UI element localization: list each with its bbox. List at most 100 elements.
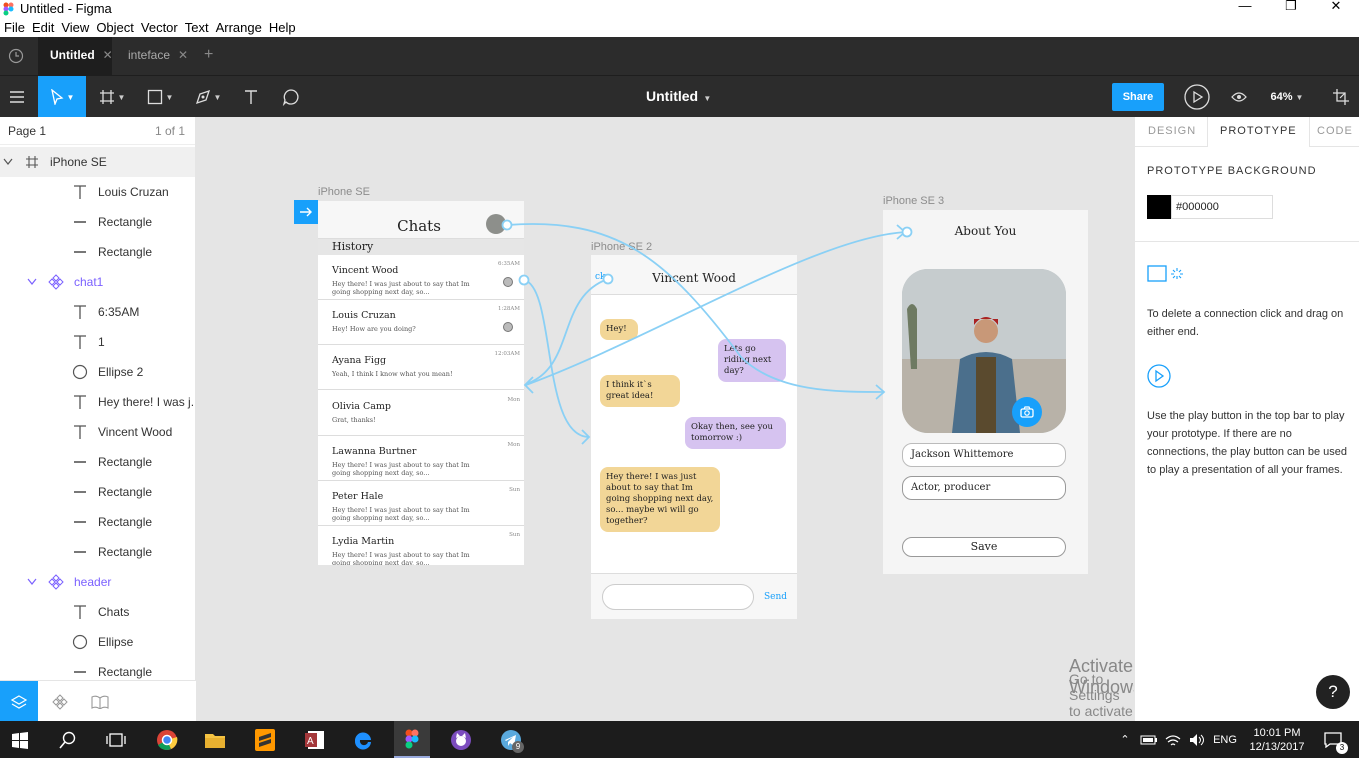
connection-line bbox=[506, 223, 885, 393]
menu-bar: File Edit View Object Vector Text Arrang… bbox=[0, 17, 1359, 37]
layer-row[interactable]: Rectangle bbox=[0, 507, 195, 537]
tab-prototype[interactable]: PROTOTYPE bbox=[1207, 117, 1310, 147]
layer-row[interactable]: iPhone SE bbox=[0, 147, 195, 177]
text-tool[interactable] bbox=[236, 76, 266, 118]
chevron-down-icon[interactable] bbox=[24, 274, 40, 290]
rectangle-icon bbox=[72, 244, 88, 260]
layer-row[interactable]: Vincent Wood bbox=[0, 417, 195, 447]
figma-logo-icon bbox=[3, 2, 14, 15]
toolbar: ▼ ▼ ▼ ▼ Untitled ▼ Share 64% ▼ bbox=[0, 75, 1359, 118]
background-color-swatch[interactable] bbox=[1147, 195, 1171, 219]
layer-label: 1 bbox=[98, 335, 105, 349]
layer-label: Rectangle bbox=[98, 665, 153, 679]
view-settings-button[interactable] bbox=[1224, 76, 1254, 118]
share-button[interactable]: Share bbox=[1112, 83, 1164, 111]
layer-row[interactable]: Rectangle bbox=[0, 657, 195, 680]
layer-row[interactable]: Chats bbox=[0, 597, 195, 627]
layer-row[interactable]: Rectangle bbox=[0, 477, 195, 507]
components-tab[interactable] bbox=[44, 681, 76, 722]
file-explorer-app[interactable] bbox=[198, 721, 232, 758]
components-icon bbox=[52, 693, 68, 710]
document-title[interactable]: Untitled ▼ bbox=[646, 88, 711, 104]
menu-help[interactable]: Help bbox=[269, 20, 296, 35]
pen-tool[interactable]: ▼ bbox=[188, 76, 228, 118]
close-tab-icon[interactable]: ✕ bbox=[178, 48, 188, 62]
main-menu-button[interactable] bbox=[0, 76, 34, 118]
layer-row[interactable]: Ellipse bbox=[0, 627, 195, 657]
menu-view[interactable]: View bbox=[61, 20, 89, 35]
layer-label: header bbox=[74, 575, 112, 589]
layer-label: Rectangle bbox=[98, 515, 153, 529]
move-tool[interactable]: ▼ bbox=[38, 76, 86, 118]
layer-row[interactable]: Ellipse 2 bbox=[0, 357, 195, 387]
menu-object[interactable]: Object bbox=[96, 20, 134, 35]
clock[interactable]: 10:01 PM 12/13/2017 bbox=[1244, 721, 1310, 758]
sublime-app[interactable] bbox=[248, 721, 282, 758]
library-tab[interactable] bbox=[84, 681, 116, 722]
tab-design[interactable]: DESIGN bbox=[1148, 117, 1196, 147]
chrome-app[interactable] bbox=[150, 721, 184, 758]
access-app[interactable]: A bbox=[298, 721, 332, 758]
present-button[interactable] bbox=[1180, 76, 1214, 118]
scale-tool[interactable] bbox=[1326, 76, 1356, 118]
comment-tool[interactable] bbox=[276, 76, 306, 118]
edge-app[interactable] bbox=[346, 721, 380, 758]
menu-file[interactable]: File bbox=[4, 20, 25, 35]
recent-files-button[interactable] bbox=[0, 37, 32, 75]
layer-row[interactable]: 1 bbox=[0, 327, 195, 357]
cursor-icon bbox=[50, 89, 64, 105]
tab-untitled[interactable]: Untitled ✕ bbox=[38, 37, 113, 75]
minimize-button[interactable]: — bbox=[1222, 0, 1268, 17]
layer-row[interactable]: Louis Cruzan bbox=[0, 177, 195, 207]
frame-tool[interactable]: ▼ bbox=[92, 76, 132, 118]
volume-icon[interactable] bbox=[1186, 721, 1208, 758]
figma-app[interactable] bbox=[394, 721, 430, 758]
background-hex-input[interactable]: #000000 bbox=[1171, 195, 1273, 219]
github-app[interactable] bbox=[444, 721, 478, 758]
task-view-icon bbox=[106, 732, 126, 747]
shape-tool[interactable]: ▼ bbox=[140, 76, 180, 118]
close-tab-icon[interactable]: ✕ bbox=[103, 48, 113, 62]
chevron-down-icon[interactable] bbox=[0, 154, 16, 170]
menu-arrange[interactable]: Arrange bbox=[216, 20, 262, 35]
layer-row[interactable]: 6:35AM bbox=[0, 297, 195, 327]
eye-icon bbox=[1231, 92, 1247, 102]
menu-edit[interactable]: Edit bbox=[32, 20, 54, 35]
battery-icon[interactable] bbox=[1138, 721, 1160, 758]
rectangle-icon bbox=[72, 514, 88, 530]
zoom-menu[interactable]: 64% ▼ bbox=[1264, 76, 1310, 118]
rectangle-icon bbox=[72, 454, 88, 470]
language-indicator[interactable]: ENG bbox=[1210, 721, 1240, 758]
layer-row[interactable]: Rectangle bbox=[0, 207, 195, 237]
close-window-button[interactable]: ✕ bbox=[1313, 0, 1359, 17]
frame-icon bbox=[99, 90, 114, 104]
wifi-icon[interactable] bbox=[1162, 721, 1184, 758]
new-tab-button[interactable]: + bbox=[192, 37, 222, 75]
notification-count: 3 bbox=[1336, 742, 1348, 754]
tray-chevron-icon[interactable]: ⌃ bbox=[1116, 721, 1134, 758]
page-selector[interactable]: Page 1 1 of 1 bbox=[0, 117, 195, 145]
canvas[interactable]: iPhone SE Chats History Vincent Wood Hey … bbox=[196, 117, 1134, 721]
layer-label: Ellipse 2 bbox=[98, 365, 144, 379]
tab-code[interactable]: CODE bbox=[1317, 117, 1353, 147]
action-center-button[interactable]: 3 bbox=[1316, 721, 1350, 758]
layer-row[interactable]: Rectangle bbox=[0, 237, 195, 267]
layer-row[interactable]: header bbox=[0, 567, 195, 597]
layer-row[interactable]: Hey there! I was j... bbox=[0, 387, 195, 417]
chevron-down-icon[interactable] bbox=[24, 574, 40, 590]
layer-row[interactable]: Rectangle bbox=[0, 447, 195, 477]
telegram-app[interactable]: 9 bbox=[494, 721, 528, 758]
maximize-button[interactable]: ❐ bbox=[1268, 0, 1314, 17]
menu-vector[interactable]: Vector bbox=[141, 20, 178, 35]
delete-connection-hint: To delete a connection click and drag on… bbox=[1147, 308, 1344, 338]
layer-row[interactable]: Rectangle bbox=[0, 537, 195, 567]
layer-row[interactable]: chat1 bbox=[0, 267, 195, 297]
layers-tab[interactable] bbox=[0, 681, 38, 722]
menu-text[interactable]: Text bbox=[185, 20, 209, 35]
start-button[interactable] bbox=[0, 721, 40, 758]
help-button[interactable]: ? bbox=[1316, 675, 1350, 709]
chevron-down-icon: ▼ bbox=[1295, 92, 1304, 102]
search-button[interactable] bbox=[50, 721, 86, 758]
task-view-button[interactable] bbox=[98, 721, 134, 758]
tab-inteface[interactable]: inteface ✕ bbox=[116, 37, 192, 75]
